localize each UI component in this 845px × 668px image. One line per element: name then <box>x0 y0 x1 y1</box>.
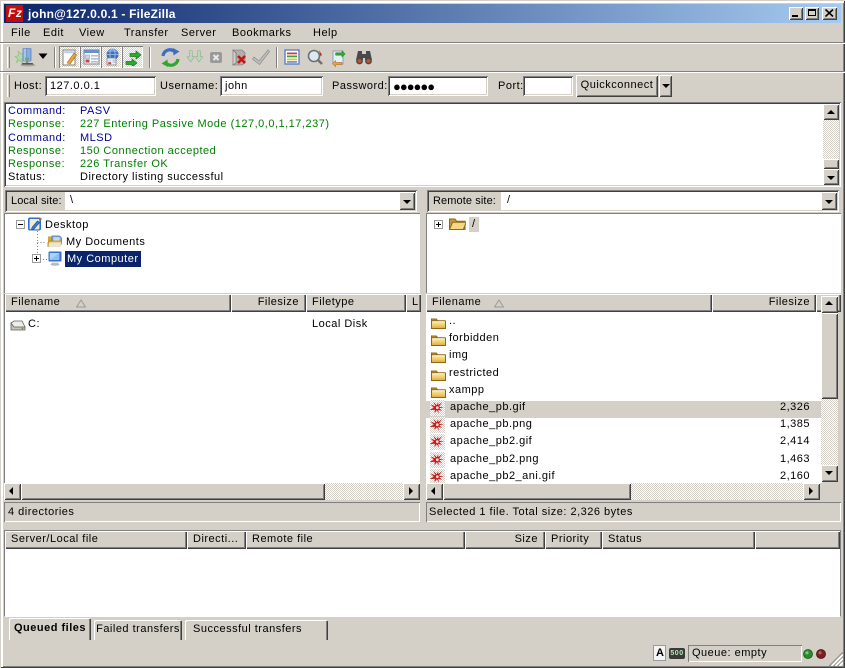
svg-text:Fz: Fz <box>8 6 22 20</box>
